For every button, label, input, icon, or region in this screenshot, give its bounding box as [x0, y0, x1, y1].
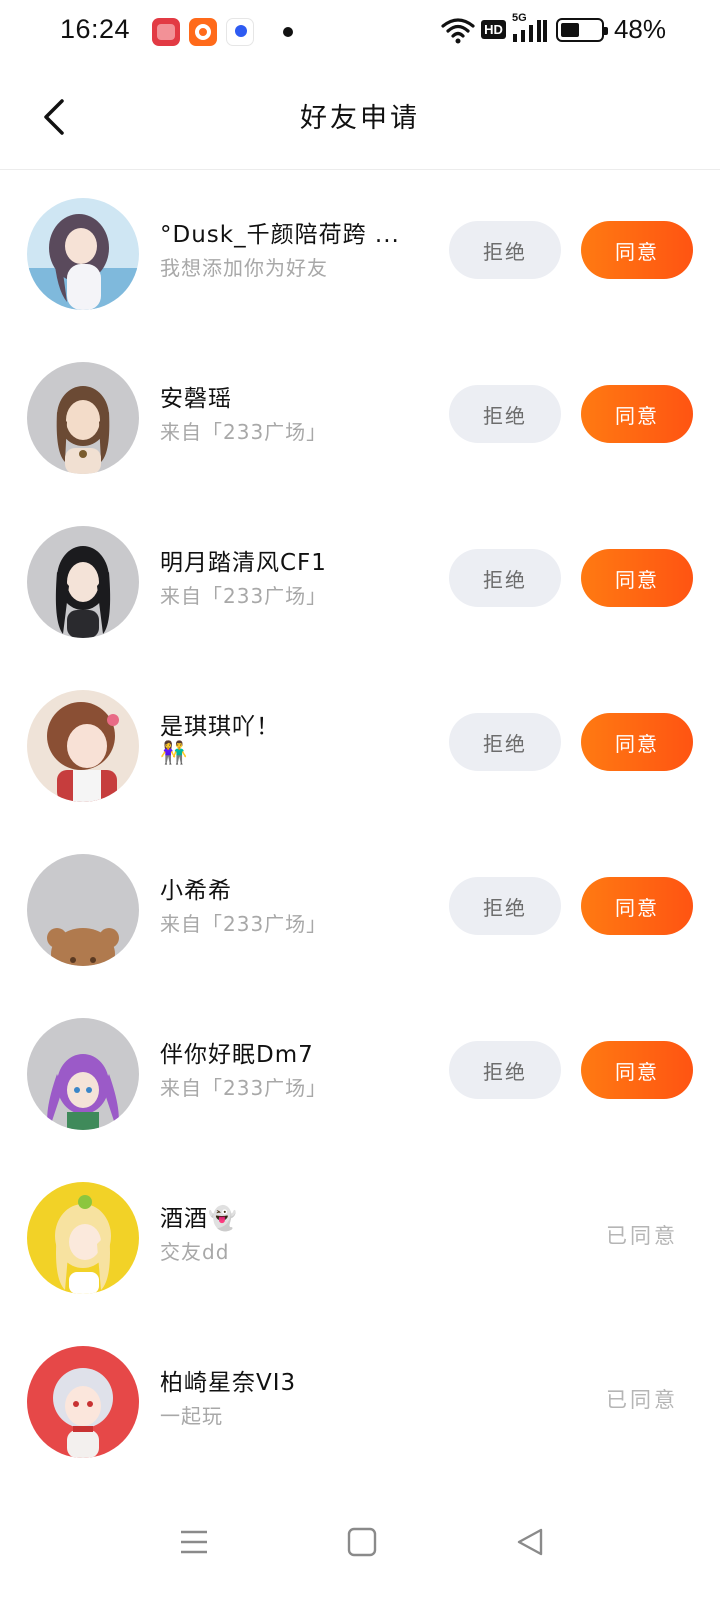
friend-request-item[interactable]: 柏崎星奈VI3 一起玩 已同意: [0, 1339, 720, 1506]
accept-button[interactable]: 同意: [581, 1041, 693, 1099]
avatar[interactable]: [27, 1182, 139, 1294]
status-indicators: HD 5G 48%: [441, 12, 666, 45]
requester-name: 安磬瑶: [160, 386, 232, 412]
accept-button[interactable]: 同意: [581, 385, 693, 443]
request-message: 来自「233广场」: [160, 420, 328, 444]
xiaohongshu-icon: [152, 18, 180, 46]
accepted-status: 已同意: [606, 1224, 678, 1248]
avatar[interactable]: [27, 1346, 139, 1458]
requester-name: 酒酒👻: [160, 1206, 238, 1232]
accepted-status: 已同意: [606, 1388, 678, 1412]
reject-button[interactable]: 拒绝: [449, 877, 561, 935]
page-title: 好友申请: [300, 103, 420, 134]
request-message: 来自「233广场」: [160, 1076, 328, 1100]
accept-button[interactable]: 同意: [581, 549, 693, 607]
accept-button[interactable]: 同意: [581, 713, 693, 771]
requester-name: 是琪琪吖！: [160, 714, 280, 740]
avatar[interactable]: [27, 690, 139, 802]
home-button[interactable]: [332, 1512, 392, 1572]
more-notifications-dot: [283, 27, 293, 37]
baidu-icon: [226, 18, 254, 46]
friend-request-item[interactable]: 是琪琪吖！ 👫 拒绝 同意: [0, 671, 720, 838]
battery-icon: [555, 17, 608, 42]
menu-icon: [181, 1530, 207, 1554]
friend-request-item[interactable]: 安磬瑶 来自「233广场」 拒绝 同意: [0, 337, 720, 504]
requester-name: 伴你好眠Dm7: [160, 1042, 314, 1068]
accept-button[interactable]: 同意: [581, 221, 693, 279]
avatar[interactable]: [27, 198, 139, 310]
recent-apps-button[interactable]: [164, 1512, 224, 1572]
requester-name: °Dusk_千颜陪荷跨 ...: [160, 222, 400, 248]
avatar[interactable]: [27, 1018, 139, 1130]
requester-name: 明月踏清风CF1: [160, 550, 327, 576]
request-message: 我想添加你为好友: [160, 256, 328, 280]
reject-button[interactable]: 拒绝: [449, 1041, 561, 1099]
request-message: 来自「233广场」: [160, 584, 328, 608]
notification-app-icons: [152, 18, 293, 46]
reject-button[interactable]: 拒绝: [449, 221, 561, 279]
signal-icon: 5G: [512, 12, 548, 44]
avatar[interactable]: [27, 854, 139, 966]
reject-button[interactable]: 拒绝: [449, 549, 561, 607]
status-bar: 16:24 HD 5G 48%: [0, 0, 720, 64]
header: 好友申请: [0, 64, 720, 170]
friend-request-item[interactable]: 小希希 来自「233广场」 拒绝 同意: [0, 838, 720, 1005]
kuaishou-icon: [189, 18, 217, 46]
request-message: 交友dd: [160, 1240, 230, 1264]
triangle-back-icon: [517, 1528, 543, 1556]
status-time: 16:24: [60, 14, 131, 44]
accept-button[interactable]: 同意: [581, 877, 693, 935]
requester-name: 小希希: [160, 878, 232, 904]
request-message: 👫: [160, 741, 189, 766]
system-nav-bar: [0, 1490, 720, 1600]
battery-percent: 48%: [613, 14, 666, 44]
request-message: 来自「233广场」: [160, 912, 328, 936]
hd-badge: HD: [481, 20, 506, 39]
friend-request-item[interactable]: 酒酒👻 交友dd 已同意: [0, 1172, 720, 1339]
friend-request-item[interactable]: 伴你好眠Dm7 来自「233广场」 拒绝 同意: [0, 1005, 720, 1172]
requester-name: 柏崎星奈VI3: [160, 1370, 297, 1396]
reject-button[interactable]: 拒绝: [449, 385, 561, 443]
friend-request-item[interactable]: 明月踏清风CF1 来自「233广场」 拒绝 同意: [0, 504, 720, 671]
friend-request-item[interactable]: °Dusk_千颜陪荷跨 ... 我想添加你为好友 拒绝 同意: [0, 170, 720, 337]
avatar[interactable]: [27, 362, 139, 474]
system-back-button[interactable]: [500, 1512, 560, 1572]
request-message: 一起玩: [160, 1404, 223, 1428]
wifi-icon: [441, 16, 475, 44]
friend-request-list: °Dusk_千颜陪荷跨 ... 我想添加你为好友 拒绝 同意 安磬瑶 来自「23…: [0, 170, 720, 1506]
avatar[interactable]: [27, 526, 139, 638]
square-icon: [347, 1527, 377, 1557]
reject-button[interactable]: 拒绝: [449, 713, 561, 771]
